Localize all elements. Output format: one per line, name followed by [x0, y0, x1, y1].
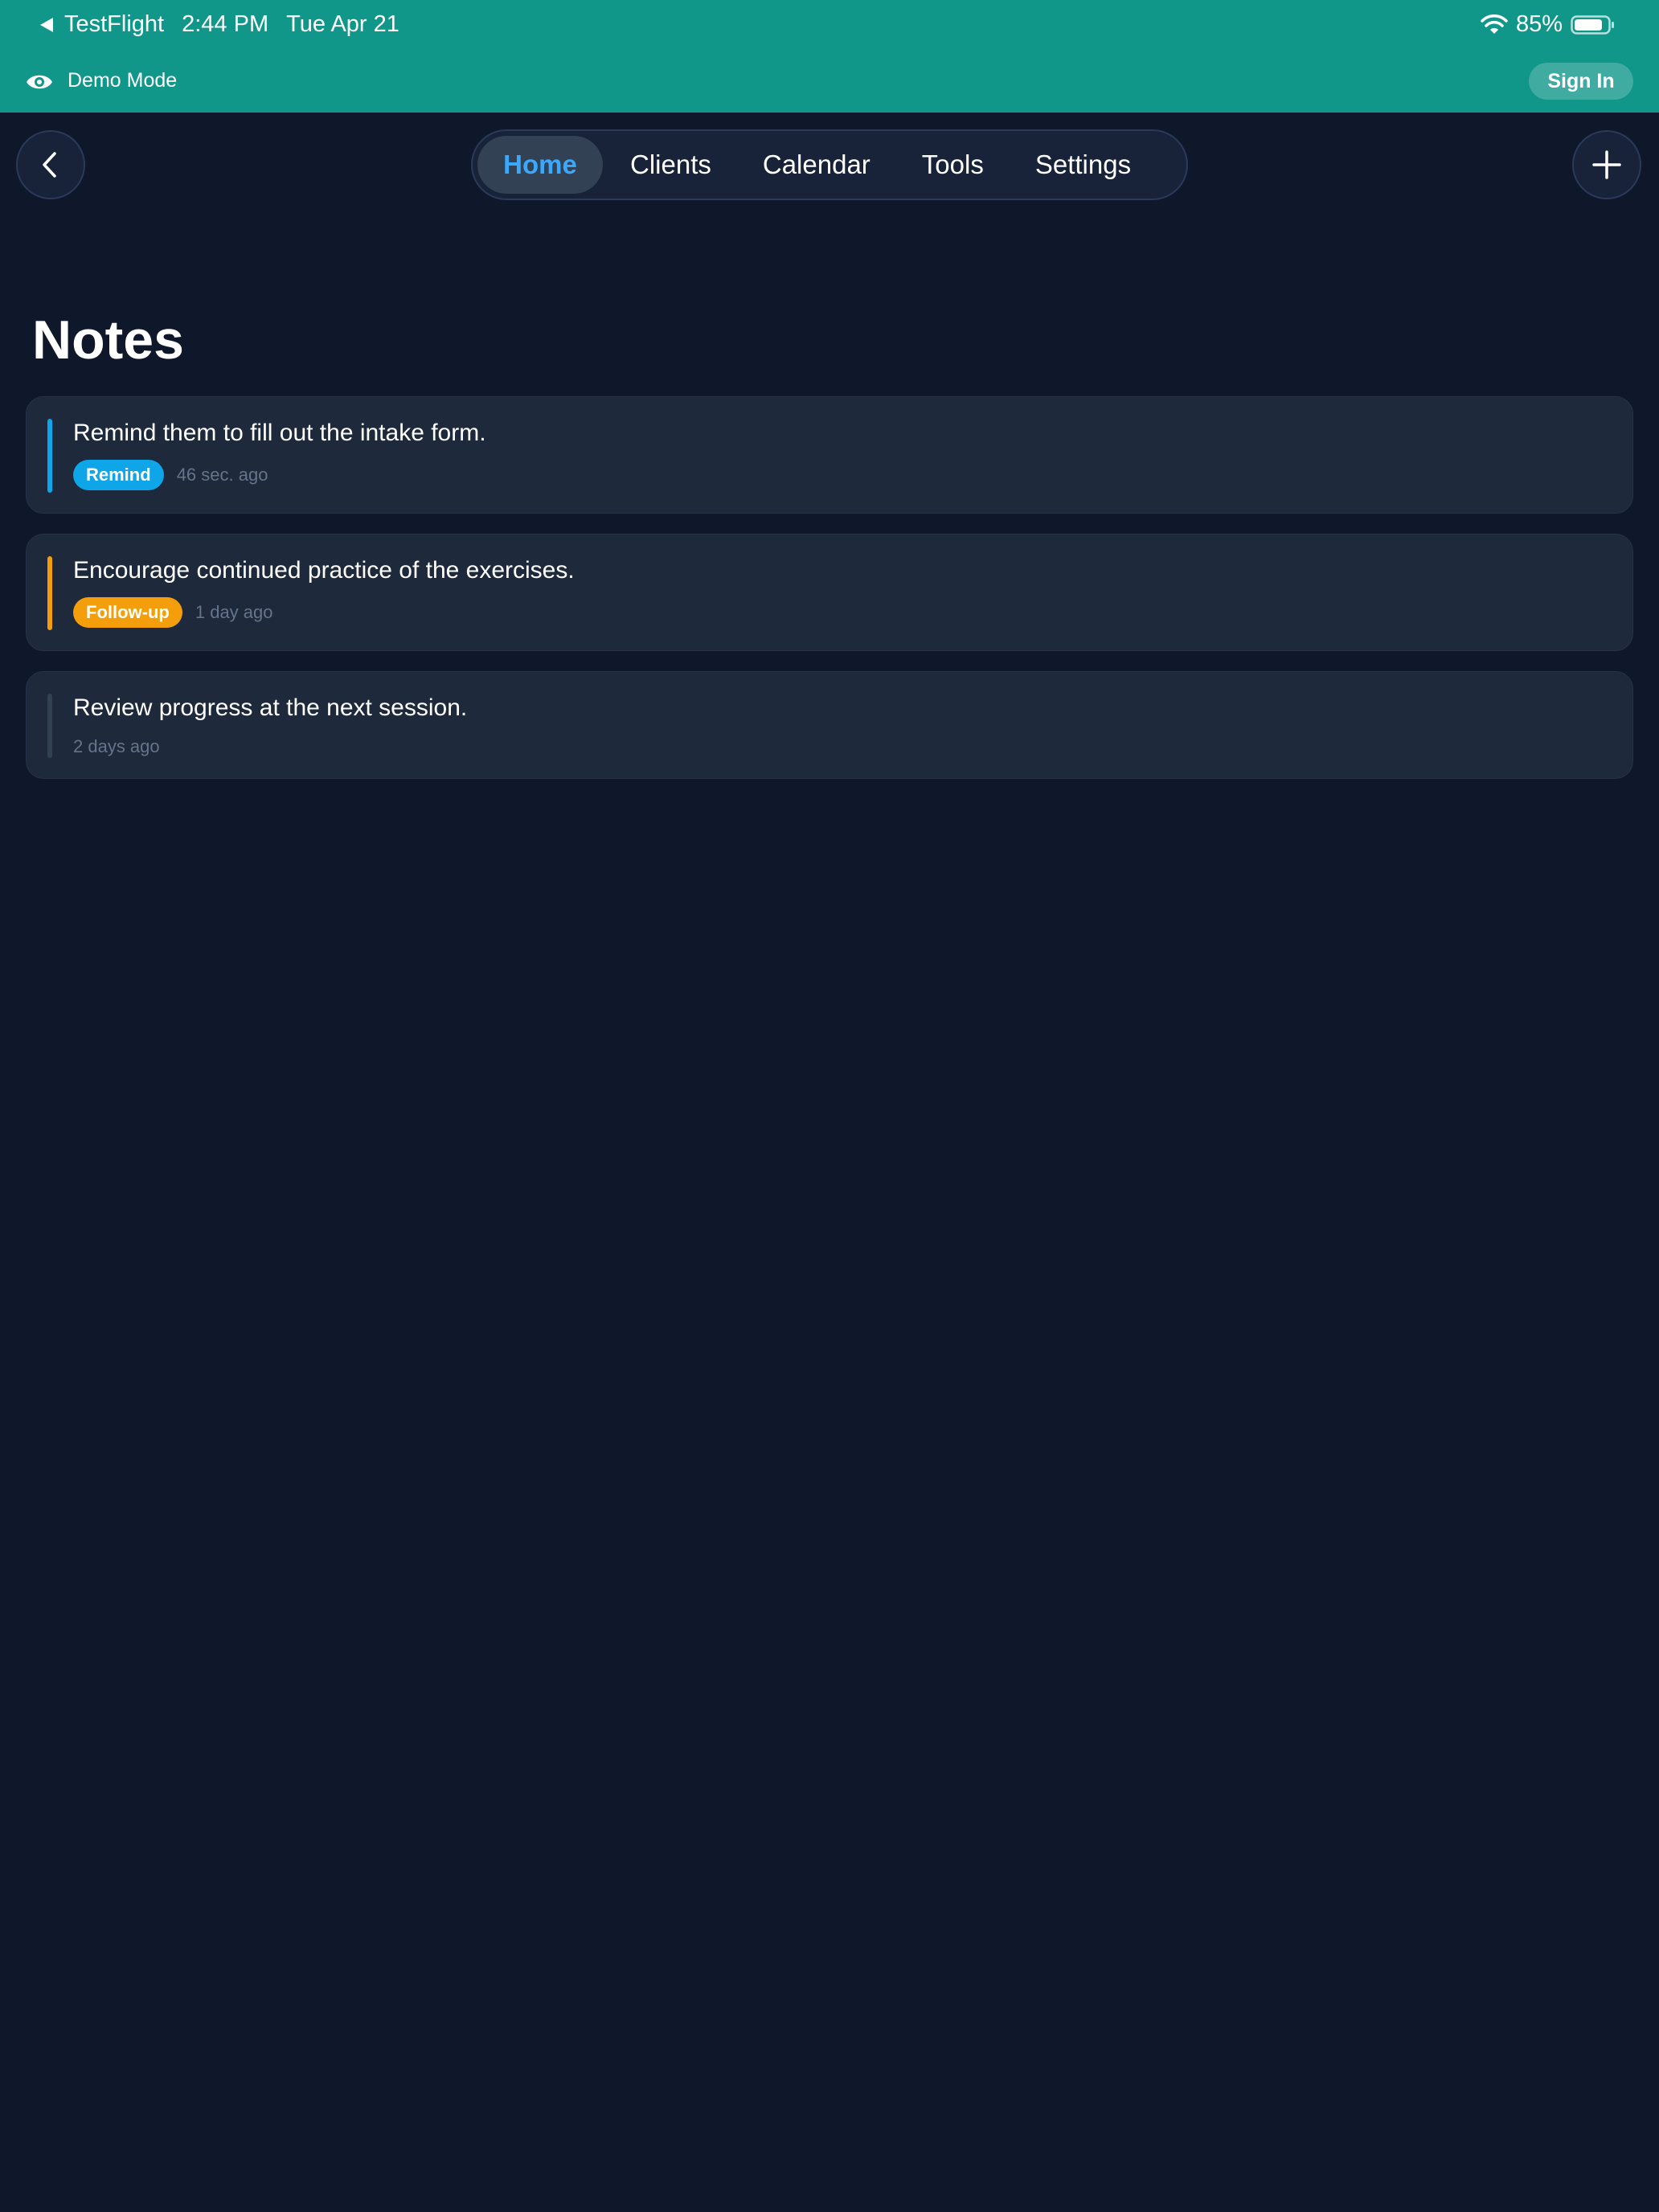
- back-app-label[interactable]: TestFlight: [64, 11, 164, 38]
- note-tag-badge: Follow-up: [73, 597, 182, 628]
- note-accent-bar: [47, 419, 52, 493]
- tab-calendar[interactable]: Calendar: [739, 136, 895, 194]
- sign-in-button[interactable]: Sign In: [1529, 63, 1633, 100]
- demo-mode-bar: Demo Mode Sign In: [0, 56, 1659, 108]
- battery-percent: 85%: [1515, 11, 1563, 37]
- status-date: Tue Apr 21: [286, 11, 399, 37]
- tab-settings[interactable]: Settings: [1011, 136, 1155, 194]
- tab-tools[interactable]: Tools: [898, 136, 1008, 194]
- note-meta: 2 days ago: [73, 736, 160, 757]
- status-time: 2:44 PM: [182, 11, 269, 37]
- status-bar: TestFlight 2:44 PM Tue Apr 21 85%: [0, 0, 1659, 51]
- add-note-button[interactable]: [1572, 130, 1641, 199]
- note-tag-badge: Remind: [73, 460, 164, 490]
- status-left[interactable]: TestFlight 2:44 PM Tue Apr 21: [40, 11, 399, 38]
- note-card[interactable]: Remind them to fill out the intake form.…: [26, 396, 1633, 514]
- plus-icon: [1592, 150, 1621, 179]
- back-to-app-icon[interactable]: [40, 17, 53, 32]
- tab-bar: Home Clients Calendar Tools Settings: [471, 129, 1188, 200]
- page-title: Notes: [32, 309, 184, 371]
- app-header: TestFlight 2:44 PM Tue Apr 21 85% Demo M…: [0, 0, 1659, 113]
- note-timestamp: 46 sec. ago: [176, 465, 268, 485]
- note-timestamp: 2 days ago: [73, 736, 160, 756]
- note-meta: Follow-up 1 day ago: [73, 597, 273, 628]
- note-accent-bar: [47, 694, 52, 758]
- note-card[interactable]: Review progress at the next session. 2 da…: [26, 671, 1633, 779]
- chevron-left-icon: [43, 152, 56, 178]
- note-meta: Remind 46 sec. ago: [73, 460, 268, 490]
- back-button[interactable]: [16, 130, 85, 199]
- note-text: Review progress at the next session.: [73, 694, 468, 721]
- tab-clients[interactable]: Clients: [606, 136, 735, 194]
- status-right: 85%: [1481, 11, 1616, 38]
- wifi-icon: [1481, 14, 1508, 34]
- note-timestamp: 1 day ago: [195, 602, 273, 622]
- demo-mode-label: Demo Mode: [68, 69, 178, 92]
- eye-icon: [27, 75, 52, 89]
- tab-home[interactable]: Home: [477, 136, 603, 194]
- note-text: Encourage continued practice of the exer…: [73, 557, 575, 584]
- note-text: Remind them to fill out the intake form.: [73, 420, 486, 446]
- battery-icon: [1571, 14, 1614, 35]
- note-card[interactable]: Encourage continued practice of the exer…: [26, 534, 1633, 651]
- note-accent-bar: [47, 556, 52, 630]
